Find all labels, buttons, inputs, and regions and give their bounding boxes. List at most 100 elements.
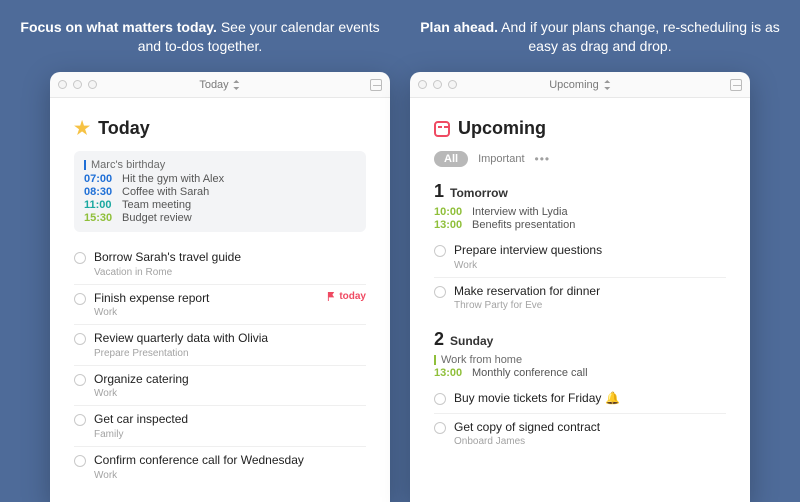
event-label: Hit the gym with Alex	[122, 173, 224, 185]
todo-title: Review quarterly data with Olivia	[94, 331, 268, 347]
todo-checkbox[interactable]	[74, 374, 86, 386]
day-header: 1 Tomorrow	[434, 181, 726, 202]
todo-subtitle: Work	[94, 470, 304, 481]
calendar-event[interactable]: 13:00 Benefits presentation	[434, 219, 726, 231]
upcoming-content: Upcoming All Important ••• 1 Tomorrow 10:0…	[410, 98, 750, 502]
todo-title: Finish expense report	[94, 291, 209, 307]
todo-title: Prepare interview questions	[454, 243, 602, 259]
upcoming-filters: All Important •••	[434, 151, 726, 167]
todo-subtitle: Work	[94, 388, 189, 399]
todo-item[interactable]: Organize cateringWork	[74, 365, 366, 406]
compose-button[interactable]	[370, 79, 382, 91]
promo-left: Focus on what matters today. See your ca…	[20, 18, 380, 56]
calendar-event[interactable]: 10:00Interview with Lydia	[434, 206, 726, 218]
todo-title: Borrow Sarah's travel guide	[94, 250, 241, 266]
day-section: 2Sunday Work from home13:00Monthly confer…	[434, 329, 726, 453]
todo-item[interactable]: Buy movie tickets for Friday🔔	[434, 385, 726, 413]
titlebar-title[interactable]: Upcoming	[549, 79, 611, 91]
today-content: ★ Today Marc's birthday 07:00 Hit the gym…	[50, 98, 390, 502]
todo-item[interactable]: Borrow Sarah's travel guideVacation in R…	[74, 244, 366, 284]
event-bar-icon	[434, 355, 436, 365]
compose-icon	[730, 79, 742, 91]
day-name: Tomorrow	[450, 186, 508, 200]
minimize-dot[interactable]	[433, 80, 442, 89]
todo-checkbox[interactable]	[74, 455, 86, 467]
allday-event[interactable]: Work from home	[434, 354, 726, 366]
todo-checkbox[interactable]	[434, 286, 446, 298]
calendar-event[interactable]: 13:00Monthly conference call	[434, 367, 726, 379]
upcoming-window: Upcoming Upcoming All Important ••• 1 Tom…	[410, 72, 750, 502]
close-dot[interactable]	[58, 80, 67, 89]
todo-subtitle: Throw Party for Eve	[454, 300, 600, 311]
chevron-updown-icon	[603, 80, 611, 90]
flag-icon	[327, 292, 336, 301]
todo-subtitle: Work	[94, 307, 209, 318]
todo-subtitle: Prepare Presentation	[94, 348, 268, 359]
compose-icon	[370, 79, 382, 91]
bell-icon: 🔔	[605, 391, 613, 399]
day-number: 1	[434, 181, 444, 202]
todo-title: Buy movie tickets for Friday🔔	[454, 391, 613, 407]
flag-today: today	[327, 291, 366, 302]
birthday-event[interactable]: Marc's birthday	[84, 159, 356, 171]
filter-all[interactable]: All	[434, 151, 468, 167]
event-label: Team meeting	[122, 199, 191, 211]
event-label: Monthly conference call	[472, 367, 588, 379]
titlebar: Today	[50, 72, 390, 98]
event-bar-icon	[84, 160, 86, 170]
event-time: 07:00	[84, 173, 116, 185]
todo-subtitle: Vacation in Rome	[94, 267, 241, 278]
minimize-dot[interactable]	[73, 80, 82, 89]
event-time: 13:00	[434, 219, 466, 231]
todo-checkbox[interactable]	[434, 422, 446, 434]
event-label: Benefits presentation	[472, 219, 575, 231]
calendar-event[interactable]: 15:30 Budget review	[84, 212, 356, 224]
titlebar: Upcoming	[410, 72, 750, 98]
todo-title: Make reservation for dinner	[454, 284, 600, 300]
todo-checkbox[interactable]	[434, 245, 446, 257]
todo-checkbox[interactable]	[74, 252, 86, 264]
chevron-updown-icon	[233, 80, 241, 90]
promo-right: Plan ahead. And if your plans change, re…	[420, 18, 780, 56]
todo-checkbox[interactable]	[74, 293, 86, 305]
titlebar-title[interactable]: Today	[199, 79, 240, 91]
day-number: 2	[434, 329, 444, 350]
todo-item[interactable]: Review quarterly data with OliviaPrepare…	[74, 324, 366, 365]
todo-item[interactable]: Confirm conference call for WednesdayWor…	[74, 446, 366, 487]
todo-subtitle: Family	[94, 429, 188, 440]
event-time: 10:00	[434, 206, 466, 218]
day-header: 2Sunday	[434, 329, 726, 350]
todo-item[interactable]: Prepare interview questionsWork	[434, 237, 726, 277]
todo-subtitle: Work	[454, 260, 602, 271]
zoom-dot[interactable]	[88, 80, 97, 89]
todo-title: Organize catering	[94, 372, 189, 388]
event-time: 15:30	[84, 212, 116, 224]
zoom-dot[interactable]	[448, 80, 457, 89]
today-todo-list: Borrow Sarah's travel guideVacation in R…	[74, 244, 366, 487]
filter-more-icon[interactable]: •••	[535, 152, 551, 166]
todo-checkbox[interactable]	[74, 414, 86, 426]
compose-button[interactable]	[730, 79, 742, 91]
calendar-event[interactable]: 08:30Coffee with Sarah	[84, 186, 356, 198]
calendar-events-box: Marc's birthday 07:00 Hit the gym with Al…	[74, 151, 366, 232]
page-title: ★ Today	[74, 118, 366, 139]
todo-checkbox[interactable]	[434, 393, 446, 405]
todo-item[interactable]: Get copy of signed contractOnboard James	[434, 413, 726, 454]
event-label: Budget review	[122, 212, 192, 224]
calendar-event[interactable]: 11:00Team meeting	[84, 199, 356, 211]
today-window: Today ★ Today Marc's birthday 07:00 Hit t…	[50, 72, 390, 502]
todo-item[interactable]: Make reservation for dinnerThrow Party f…	[434, 277, 726, 318]
todo-item[interactable]: Get car inspectedFamily	[74, 405, 366, 446]
page-title: Upcoming	[434, 118, 726, 139]
todo-title: Get car inspected	[94, 412, 188, 428]
todo-checkbox[interactable]	[74, 333, 86, 345]
filter-important[interactable]: Important	[478, 153, 524, 165]
event-label: Coffee with Sarah	[122, 186, 209, 198]
traffic-lights[interactable]	[58, 80, 97, 89]
todo-title: Get copy of signed contract	[454, 420, 600, 436]
calendar-event[interactable]: 07:00 Hit the gym with Alex	[84, 173, 356, 185]
close-dot[interactable]	[418, 80, 427, 89]
todo-subtitle: Onboard James	[454, 436, 600, 447]
traffic-lights[interactable]	[418, 80, 457, 89]
todo-item[interactable]: Finish expense reportWork today	[74, 284, 366, 325]
